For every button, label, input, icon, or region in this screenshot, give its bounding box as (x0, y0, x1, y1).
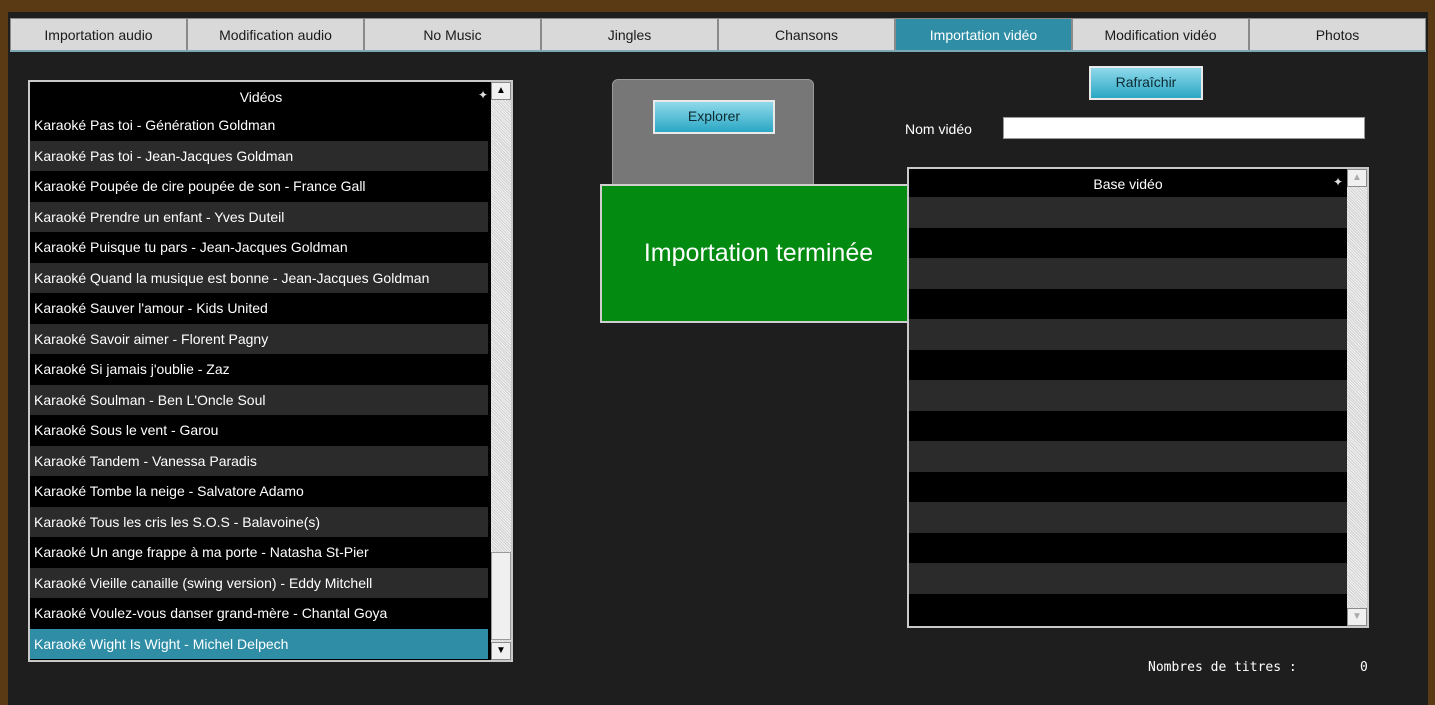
window-frame-right (1428, 0, 1435, 705)
table-row[interactable] (909, 502, 1347, 533)
title-count-value: 0 (1360, 660, 1368, 675)
magic-wand-icon[interactable]: ✦ (478, 88, 490, 102)
base-video-header[interactable]: Base vidéo (909, 169, 1347, 197)
scroll-thumb[interactable] (491, 552, 511, 640)
list-item[interactable]: Karaoké Tous les cris les S.O.S - Balavo… (30, 506, 488, 537)
table-row[interactable] (909, 197, 1347, 228)
tab-bar: Importation audio Modification audio No … (10, 18, 1426, 50)
tab-bar-underline (10, 50, 1426, 52)
scroll-down-arrow-icon[interactable]: ▼ (491, 642, 511, 660)
table-row[interactable] (909, 288, 1347, 319)
list-item[interactable]: Karaoké Quand la musique est bonne - Jea… (30, 262, 488, 293)
table-row[interactable] (909, 319, 1347, 350)
scroll-up-arrow-icon[interactable]: ▲ (1347, 169, 1367, 187)
table-row[interactable] (909, 593, 1347, 624)
explorer-button[interactable]: Explorer (653, 100, 775, 134)
tab-modification-audio[interactable]: Modification audio (187, 18, 364, 50)
refresh-button[interactable]: Rafraîchir (1089, 66, 1203, 100)
list-item[interactable]: Karaoké Sous le vent - Garou (30, 415, 488, 446)
tab-jingles[interactable]: Jingles (541, 18, 718, 50)
table-row[interactable] (909, 227, 1347, 258)
list-item[interactable]: Karaoké Si jamais j'oublie - Zaz (30, 354, 488, 385)
tab-modification-video[interactable]: Modification vidéo (1072, 18, 1249, 50)
table-row[interactable] (909, 532, 1347, 563)
window-frame-left (0, 0, 8, 705)
list-item[interactable]: Karaoké Soulman - Ben L'Oncle Soul (30, 384, 488, 415)
list-item[interactable]: Karaoké Puisque tu pars - Jean-Jacques G… (30, 232, 488, 263)
tab-no-music[interactable]: No Music (364, 18, 541, 50)
tab-chansons[interactable]: Chansons (718, 18, 895, 50)
table-row[interactable] (909, 563, 1347, 594)
list-item[interactable]: Karaoké Poupée de cire poupée de son - F… (30, 171, 488, 202)
tab-importation-video[interactable]: Importation vidéo (895, 18, 1072, 50)
list-item[interactable]: Karaoké Pas toi - Génération Goldman (30, 110, 488, 141)
list-item[interactable]: Karaoké Savoir aimer - Florent Pagny (30, 323, 488, 354)
videos-list-rows: Karaoké Pas toi - Génération Goldman Kara… (30, 110, 488, 659)
table-row[interactable] (909, 349, 1347, 380)
scroll-up-arrow-icon[interactable]: ▲ (491, 82, 511, 100)
explorer-panel: Explorer (612, 79, 814, 189)
title-count-label: Nombres de titres : (1148, 660, 1297, 675)
import-status-message: Importation terminée (600, 184, 917, 323)
list-item[interactable]: Karaoké Wight Is Wight - Michel Delpech (30, 628, 488, 659)
list-item[interactable]: Karaoké Voulez-vous danser grand-mère - … (30, 598, 488, 629)
list-item[interactable]: Karaoké Vieille canaille (swing version)… (30, 567, 488, 598)
table-row[interactable] (909, 471, 1347, 502)
base-video-rows (909, 197, 1347, 624)
list-item[interactable]: Karaoké Tandem - Vanessa Paradis (30, 445, 488, 476)
table-row[interactable] (909, 441, 1347, 472)
nom-video-label: Nom vidéo (905, 121, 972, 137)
videos-list[interactable]: Vidéos ✦ Karaoké Pas toi - Génération Go… (28, 80, 513, 662)
window-frame-top (0, 0, 1435, 12)
base-video-list[interactable]: Base vidéo ✦ ▲ ▼ (907, 167, 1369, 628)
base-video-scrollbar[interactable]: ▲ ▼ (1347, 169, 1367, 626)
table-row[interactable] (909, 380, 1347, 411)
videos-list-header[interactable]: Vidéos (30, 82, 492, 110)
magic-wand-icon[interactable]: ✦ (1333, 175, 1343, 189)
list-item[interactable]: Karaoké Sauver l'amour - Kids United (30, 293, 488, 324)
tab-importation-audio[interactable]: Importation audio (10, 18, 187, 50)
list-item[interactable]: Karaoké Pas toi - Jean-Jacques Goldman (30, 140, 488, 171)
videos-scrollbar[interactable]: ▲ ▼ (491, 82, 511, 660)
list-item[interactable]: Karaoké Tombe la neige - Salvatore Adamo (30, 476, 488, 507)
list-item[interactable]: Karaoké Prendre un enfant - Yves Duteil (30, 201, 488, 232)
scroll-down-arrow-icon[interactable]: ▼ (1347, 608, 1367, 626)
list-item[interactable]: Karaoké Un ange frappe à ma porte - Nata… (30, 537, 488, 568)
tab-photos[interactable]: Photos (1249, 18, 1426, 50)
table-row[interactable] (909, 410, 1347, 441)
nom-video-input[interactable] (1003, 117, 1365, 139)
table-row[interactable] (909, 258, 1347, 289)
